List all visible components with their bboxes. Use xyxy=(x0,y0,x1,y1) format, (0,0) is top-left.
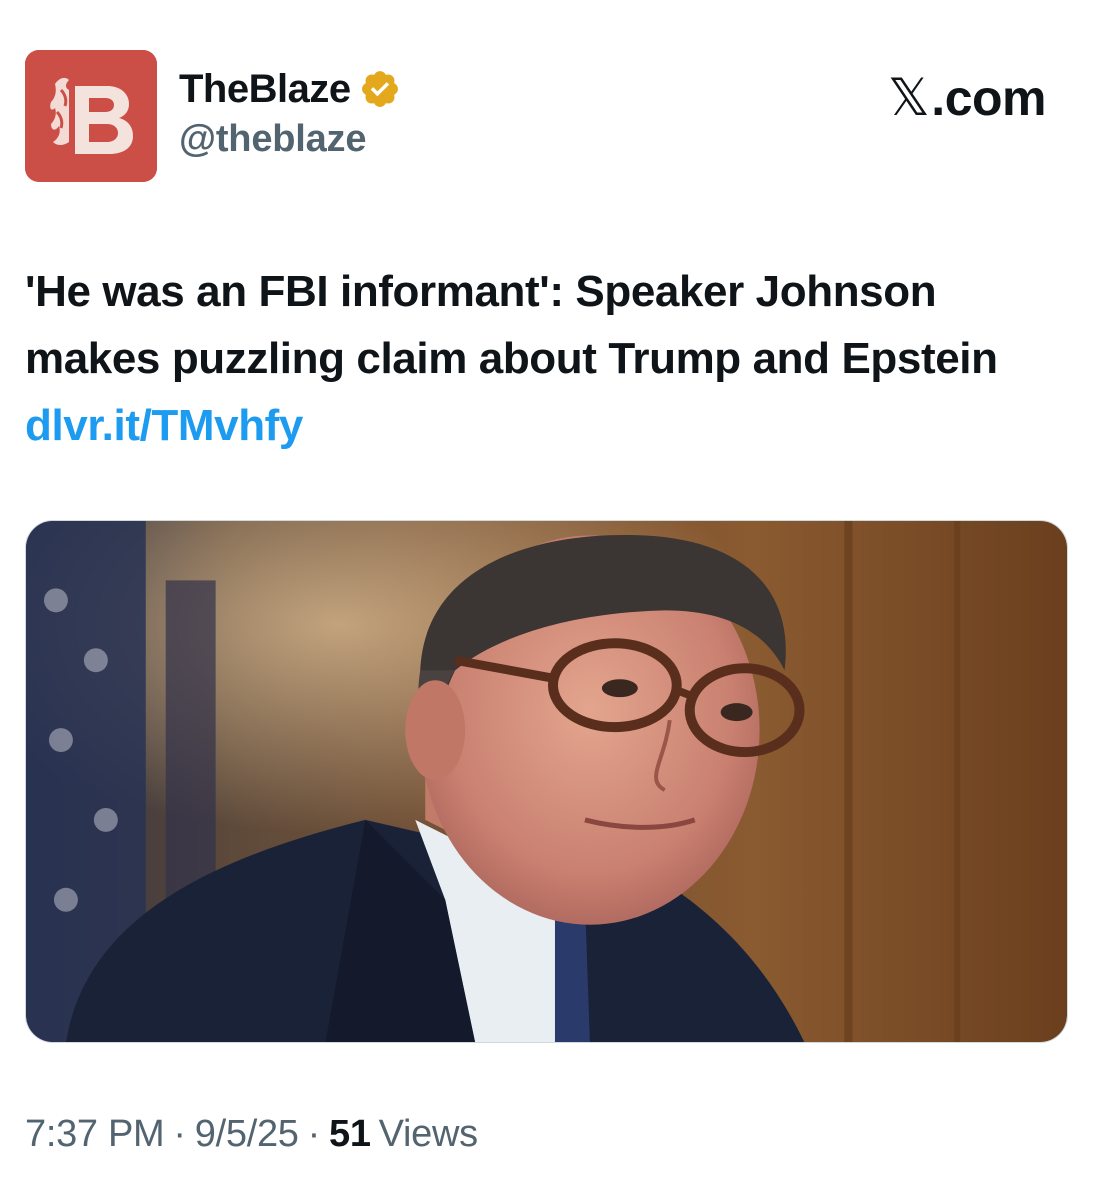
photo-speaker-johnson-icon xyxy=(26,521,1067,1042)
brand-label: .com xyxy=(931,70,1046,126)
tweet-date[interactable]: 9/5/25 xyxy=(195,1113,299,1156)
tweet-time[interactable]: 7:37 PM xyxy=(25,1113,165,1156)
meta-separator: · xyxy=(173,1113,186,1155)
x-logo-icon: 𝕏 xyxy=(887,68,930,128)
account-names: TheBlaze @theblaze xyxy=(179,64,401,161)
theblaze-logo-icon xyxy=(25,50,157,182)
tweet-media-photo[interactable] xyxy=(25,520,1068,1043)
handle[interactable]: @theblaze xyxy=(179,118,401,161)
tweet-meta: 7:37 PM · 9/5/25 · 51 Views xyxy=(25,1113,478,1156)
display-name[interactable]: TheBlaze xyxy=(179,67,351,112)
x-com-watermark: 𝕏 .com xyxy=(887,68,1047,128)
views-label: Views xyxy=(378,1113,478,1155)
tweet-text: 'He was an FBI informant': Speaker Johns… xyxy=(25,258,1065,459)
avatar[interactable] xyxy=(25,50,157,182)
tweet-link[interactable]: dlvr.it/TMvhfy xyxy=(25,401,303,450)
meta-separator: · xyxy=(307,1113,321,1155)
tweet-body: 'He was an FBI informant': Speaker Johns… xyxy=(25,267,998,383)
views-count[interactable]: 51 xyxy=(329,1113,371,1156)
verified-badge-icon xyxy=(359,68,401,110)
tweet-header: TheBlaze @theblaze 𝕏 .com xyxy=(25,50,1068,184)
